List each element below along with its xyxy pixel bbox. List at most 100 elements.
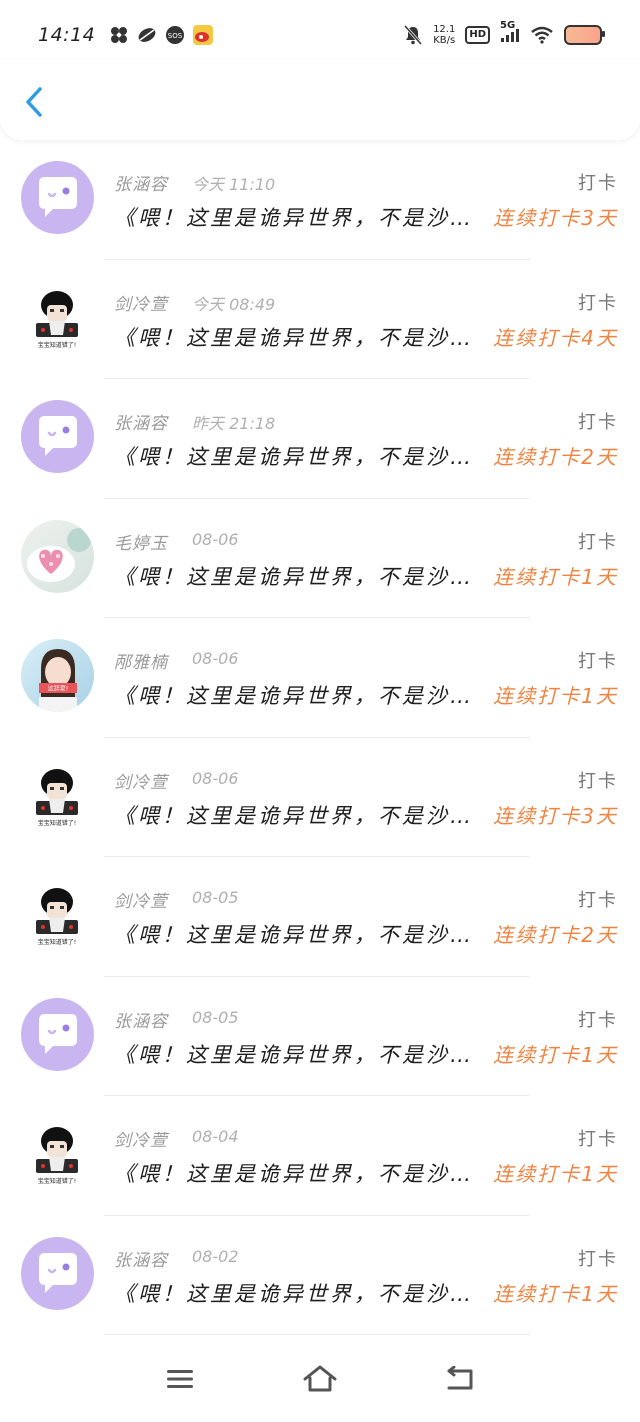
checkin-tag: 打卡 (578, 1248, 618, 1270)
list-item[interactable]: 宝宝知道错了! 剑冷萱 08-06 打卡《喂！这里是诡异世界，不是沙… 连续打卡3天 (0, 738, 640, 857)
girl-caption: 这辞夏! (48, 685, 68, 693)
user-name: 张涵容 (114, 1250, 168, 1271)
list-item[interactable]: 这辞夏! 邴雅楠 08-06 打卡 《喂！这里是诡异世界，不是沙… 连续打卡1天 (0, 618, 640, 738)
checkin-tag: 打卡 (578, 173, 618, 194)
list-item[interactable]: 宝宝知道错了! 剑冷萱 今天 08:49 打卡《喂！这里是诡异世界，不是沙… 连续打卡4… (0, 260, 640, 379)
avatar[interactable] (21, 519, 94, 593)
post-time: 08-06 (192, 529, 239, 549)
user-name: 张涵容 (114, 414, 168, 434)
user-name: 剑冷萱 (114, 892, 168, 912)
header-bar (0, 60, 640, 140)
avatar[interactable]: 宝宝知道错了! (21, 1117, 94, 1190)
post-time: 08-06 (192, 768, 239, 788)
checkin-tag: 打卡 (578, 292, 618, 314)
user-name: 剑冷萱 (114, 772, 168, 793)
checkin-tag: 打卡 (578, 1129, 618, 1150)
list-item[interactable]: 张涵容 今天 11:10 打卡 《喂！这里是诡异世界，不是沙… 连续打卡3天 (0, 140, 640, 260)
meme-caption: 宝宝知道错了! (38, 341, 76, 349)
post-time: 08-05 (192, 1007, 239, 1027)
user-name: 毛婷玉 (114, 533, 168, 554)
home-button[interactable] (300, 1359, 340, 1399)
chat-bubble-icon (39, 1252, 77, 1293)
battery-icon (564, 25, 605, 45)
avatar[interactable] (21, 1236, 94, 1310)
avatar[interactable]: 宝宝知道错了! (21, 878, 94, 951)
streak-label: 连续打卡1天 (493, 684, 618, 708)
book-title: 《喂！这里是诡异世界，不是沙… (114, 684, 474, 708)
list-item[interactable]: 宝宝知道错了! 剑冷萱 08-04 打卡 《喂！这里是诡异世界，不是沙… 连续打卡1天 (0, 1096, 640, 1216)
book-title: 《喂！这里是诡异世界，不是沙… (114, 803, 474, 828)
pinwheel-icon (109, 25, 129, 45)
home-icon (303, 1365, 337, 1391)
meme-avatar-icon: 宝宝知道错了! (36, 768, 78, 827)
book-title: 《喂！这里是诡异世界，不是沙… (114, 206, 474, 230)
list-item[interactable]: 张涵容 08-05 打卡 《喂！这里是诡异世界，不是沙… 连续打卡1天 (0, 977, 640, 1096)
checkin-tag: 打卡 (578, 651, 618, 672)
speed-value: 12.1 (433, 24, 456, 35)
checkin-tag: 打卡 (578, 412, 618, 433)
post-time: 08-04 (192, 1127, 239, 1146)
avatar[interactable]: 宝宝知道错了! (21, 758, 94, 832)
checkin-tag: 打卡 (578, 890, 618, 911)
streak-label: 连续打卡4天 (493, 325, 618, 350)
checkin-tag: 打卡 (578, 531, 618, 553)
post-time: 今天 08:49 (192, 294, 276, 314)
avatar[interactable] (21, 997, 94, 1071)
status-left: 14:14 SOS (38, 24, 214, 46)
post-time: 08-02 (192, 1246, 239, 1266)
list-item[interactable]: 张涵容 08-02 打卡《喂！这里是诡异世界，不是沙… 连续打卡1天 (0, 1216, 640, 1335)
meme-caption: 宝宝知道错了! (38, 819, 76, 827)
sos-icon: SOS (165, 25, 185, 45)
user-name: 剑冷萱 (114, 294, 168, 315)
book-title: 《喂！这里是诡异世界，不是沙… (114, 564, 474, 589)
avatar[interactable]: 这辞夏! (21, 639, 94, 712)
status-time: 14:14 (38, 24, 96, 46)
avatar[interactable] (21, 400, 94, 473)
streak-label: 连续打卡2天 (493, 923, 618, 947)
streak-label: 连续打卡1天 (493, 1042, 618, 1067)
streak-label: 连续打卡2天 (493, 445, 618, 469)
back-button[interactable] (20, 80, 54, 124)
avatar[interactable] (21, 161, 94, 234)
post-time: 昨天 21:18 (192, 414, 276, 433)
book-title: 《喂！这里是诡异世界，不是沙… (114, 1162, 474, 1186)
list-item[interactable]: 毛婷玉 08-06 打卡《喂！这里是诡异世界，不是沙… 连续打卡1天 (0, 499, 640, 618)
checkin-list: 张涵容 今天 11:10 打卡 《喂！这里是诡异世界，不是沙… 连续打卡3天 宝宝知道错了… (0, 140, 640, 1335)
user-name: 邴雅楠 (114, 653, 168, 673)
checkin-tag: 打卡 (578, 770, 618, 792)
back-icon (447, 1365, 473, 1389)
list-item[interactable]: 张涵容 昨天 21:18 打卡《喂！这里是诡异世界，不是沙… 连续打卡2天 (0, 379, 640, 499)
mute-icon (403, 25, 423, 45)
leaf-icon (137, 25, 157, 45)
net-label: 5G (500, 20, 516, 31)
wifi-icon (530, 25, 554, 45)
post-time: 今天 11:10 (192, 175, 276, 194)
streak-label: 连续打卡1天 (493, 564, 618, 589)
user-name: 张涵容 (114, 1011, 168, 1032)
back-nav-button[interactable] (440, 1359, 480, 1399)
avatar[interactable]: 宝宝知道错了! (21, 280, 94, 354)
chevron-left-icon (26, 87, 42, 117)
chat-bubble-icon (39, 1013, 77, 1054)
menu-button[interactable] (160, 1359, 200, 1399)
post-time: 08-05 (192, 888, 239, 907)
streak-label: 连续打卡3天 (493, 803, 618, 828)
meme-caption: 宝宝知道错了! (38, 1177, 76, 1185)
cake-photo-icon (27, 527, 91, 582)
book-title: 《喂！这里是诡异世界，不是沙… (114, 445, 474, 469)
navigation-bar (0, 1335, 640, 1422)
menu-icon (167, 1369, 193, 1388)
weibo-icon (193, 25, 214, 45)
book-title: 《喂！这里是诡异世界，不是沙… (114, 325, 474, 350)
speed-unit: KB/s (433, 35, 456, 46)
book-title: 《喂！这里是诡异世界，不是沙… (114, 1042, 474, 1067)
list-item[interactable]: 宝宝知道错了! 剑冷萱 08-05 打卡 《喂！这里是诡异世界，不是沙… 连续打卡2天 (0, 857, 640, 977)
chat-bubble-icon (39, 177, 77, 217)
streak-label: 连续打卡1天 (493, 1281, 618, 1306)
girl-photo-icon: 这辞夏! (39, 649, 77, 712)
chat-bubble-icon (39, 416, 77, 456)
user-name: 张涵容 (114, 175, 168, 195)
streak-label: 连续打卡1天 (493, 1162, 618, 1186)
signal-icon: 5G (500, 20, 520, 42)
book-title: 《喂！这里是诡异世界，不是沙… (114, 1281, 474, 1306)
